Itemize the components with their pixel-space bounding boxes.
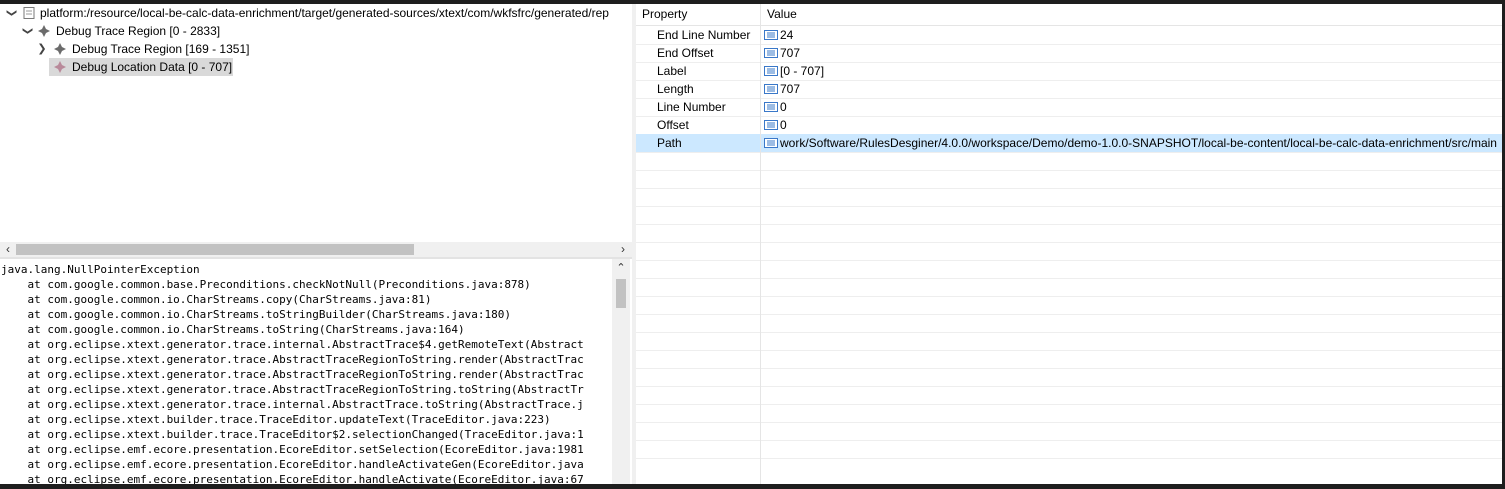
property-name: End Line Number	[657, 28, 751, 42]
property-row-offset[interactable]: Offset 0	[636, 116, 1502, 135]
tree-node-label: Debug Trace Region [169 - 1351]	[72, 42, 250, 56]
scrollbar-thumb[interactable]	[16, 244, 414, 255]
property-row-line-number[interactable]: Line Number 0	[636, 98, 1502, 117]
console-vertical-scrollbar[interactable]: ⌃	[612, 259, 630, 484]
chevron-down-icon[interactable]: ❯	[2, 6, 20, 20]
empty-table-row	[636, 242, 1502, 261]
property-value-text: 24	[780, 28, 794, 42]
empty-table-row	[636, 314, 1502, 333]
column-header-value[interactable]: Value	[767, 4, 797, 25]
property-row-end-line-number[interactable]: End Line Number 24	[636, 26, 1502, 45]
tree-node-trace-region-root[interactable]: ❯ Debug Trace Region [0 - 2833]	[0, 22, 632, 40]
value-icon	[764, 66, 778, 76]
scroll-up-icon[interactable]: ⌃	[612, 259, 630, 277]
tree-root-label: platform:/resource/local-be-calc-data-en…	[40, 6, 609, 20]
tree-node-trace-region-child[interactable]: ❯ Debug Trace Region [169 - 1351]	[0, 40, 632, 58]
property-value-text: 0	[780, 100, 787, 114]
trace-region-icon	[38, 25, 50, 37]
property-name: End Offset	[657, 46, 714, 60]
file-icon	[23, 7, 35, 19]
property-row-label[interactable]: Label [0 - 707]	[636, 62, 1502, 81]
value-icon	[764, 30, 778, 40]
property-row-path[interactable]: Path work/Software/RulesDesginer/4.0.0/w…	[636, 134, 1502, 153]
empty-table-row	[636, 170, 1502, 189]
empty-table-row	[636, 152, 1502, 171]
tree-root-row[interactable]: ❯ platform:/resource/local-be-calc-data-…	[0, 4, 632, 22]
empty-table-row	[636, 260, 1502, 279]
property-row-length[interactable]: Length 707	[636, 80, 1502, 99]
value-icon	[764, 84, 778, 94]
empty-table-row	[636, 332, 1502, 351]
property-name: Label	[657, 64, 687, 78]
empty-table-row	[636, 206, 1502, 225]
value-icon	[764, 48, 778, 58]
empty-table-row	[636, 224, 1502, 243]
trace-region-icon	[54, 43, 66, 55]
empty-table-row	[636, 422, 1502, 441]
chevron-down-icon[interactable]: ❯	[18, 24, 36, 38]
empty-table-row	[636, 278, 1502, 297]
window-bottom-border	[0, 484, 1505, 489]
column-header-property[interactable]: Property	[642, 4, 687, 25]
chevron-right-icon[interactable]: ❯	[35, 40, 49, 58]
stacktrace-text-area[interactable]: java.lang.NullPointerException at com.go…	[0, 259, 612, 484]
tree-node-location-data[interactable]: Debug Location Data [0 - 707]	[49, 58, 233, 76]
empty-table-row	[636, 440, 1502, 459]
value-icon	[764, 120, 778, 130]
empty-table-row	[636, 296, 1502, 315]
empty-table-row	[636, 368, 1502, 387]
property-name: Length	[657, 82, 694, 96]
property-value-text: [0 - 707]	[780, 64, 825, 78]
property-value-text: 0	[780, 118, 787, 132]
scroll-right-icon[interactable]: ›	[616, 242, 630, 257]
empty-table-row	[636, 188, 1502, 207]
property-row-end-offset[interactable]: End Offset 707	[636, 44, 1502, 63]
stacktrace-text: java.lang.NullPointerException at com.go…	[1, 263, 584, 484]
column-divider[interactable]	[760, 4, 761, 484]
trace-tree[interactable]: ❯ platform:/resource/local-be-calc-data-…	[0, 4, 632, 242]
scroll-left-icon[interactable]: ‹	[1, 242, 15, 257]
table-header: Property Value	[636, 4, 1502, 26]
scrollbar-thumb[interactable]	[616, 279, 626, 308]
property-value-text: 707	[780, 46, 801, 60]
empty-table-row	[636, 404, 1502, 423]
property-value-text: work/Software/RulesDesginer/4.0.0/worksp…	[780, 136, 1497, 150]
tree-horizontal-scrollbar[interactable]: ‹ ›	[0, 242, 632, 257]
value-icon	[764, 102, 778, 112]
property-name: Line Number	[657, 100, 726, 114]
tree-node-label: Debug Location Data [0 - 707]	[72, 60, 233, 74]
value-icon	[764, 138, 778, 148]
properties-table[interactable]: Property Value End Line Number 24 End Of…	[636, 4, 1502, 484]
location-data-icon	[54, 61, 66, 73]
property-value-text: 707	[780, 82, 801, 96]
empty-table-row	[636, 386, 1502, 405]
property-name: Path	[657, 136, 682, 150]
empty-table-row	[636, 350, 1502, 369]
tree-node-label: Debug Trace Region [0 - 2833]	[56, 24, 221, 38]
property-name: Offset	[657, 118, 689, 132]
